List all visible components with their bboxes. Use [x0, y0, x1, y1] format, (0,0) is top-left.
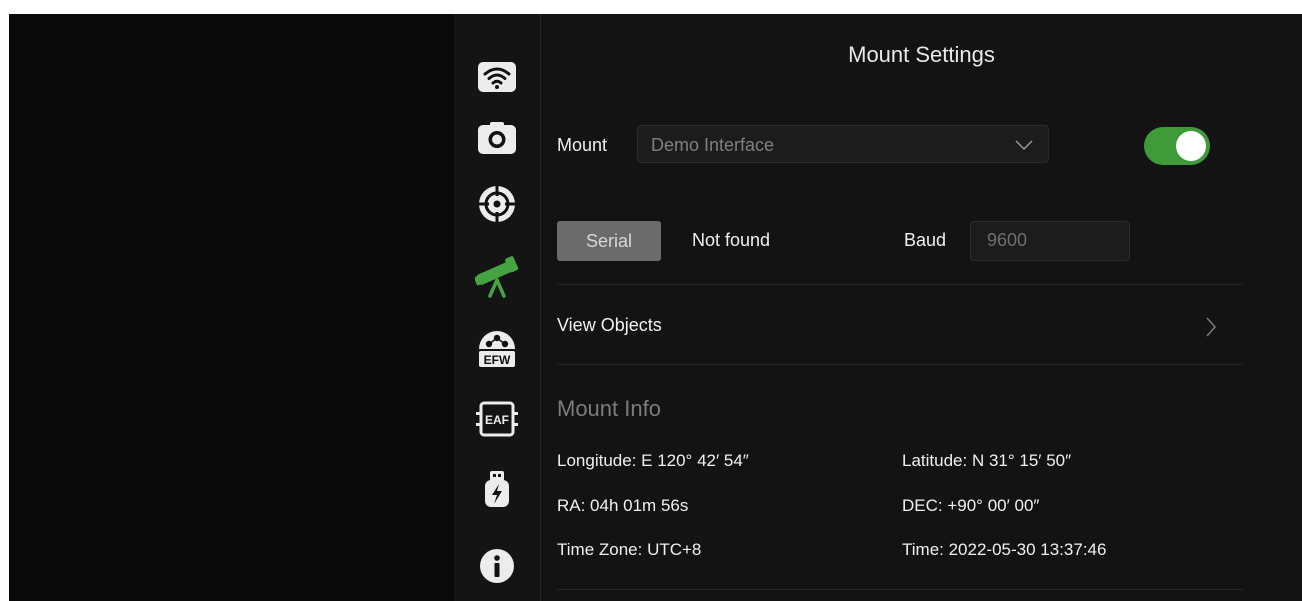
- filter-wheel-icon: EFW: [479, 331, 515, 367]
- mount-select[interactable]: Demo Interface: [637, 125, 1049, 163]
- dec-value: DEC: +90° 00′ 00″: [902, 496, 1040, 515]
- view-objects-label: View Objects: [557, 315, 662, 335]
- sidebar-item-guide[interactable]: [475, 182, 519, 226]
- mount-info-heading: Mount Info: [557, 396, 661, 421]
- sidebar-item-wifi[interactable]: [475, 55, 519, 99]
- divider: [557, 589, 1243, 590]
- connection-status: Not found: [692, 230, 771, 250]
- mount-settings-panel: Mount Settings Mount Demo Interface Seri…: [541, 14, 1302, 601]
- sidebar-item-mount[interactable]: [475, 254, 519, 298]
- sidebar-item-efw[interactable]: EFW: [475, 326, 519, 370]
- telescope-icon: [475, 256, 519, 298]
- camera-icon: [478, 122, 516, 154]
- info-icon: [480, 549, 514, 583]
- svg-text:EAF: EAF: [485, 413, 509, 427]
- sidebar: EFW EAF: [454, 14, 541, 601]
- latitude-value: Latitude: N 31° 15′ 50″: [902, 451, 1072, 470]
- ra-value: RA: 04h 01m 56s: [557, 496, 689, 515]
- mount-enable-toggle[interactable]: [1144, 127, 1210, 165]
- page-title: Mount Settings: [848, 42, 995, 67]
- sidebar-item-camera[interactable]: [475, 115, 519, 159]
- focuser-icon: EAF: [476, 401, 518, 437]
- mount-select-value: Demo Interface: [651, 135, 775, 155]
- sidebar-item-info[interactable]: [475, 544, 519, 588]
- baud-label: Baud: [904, 230, 947, 250]
- divider: [557, 364, 1243, 365]
- usb-power-icon: [485, 471, 509, 507]
- toggle-knob: [1176, 131, 1206, 161]
- guide-crosshair-icon: [479, 186, 515, 222]
- longitude-value: Longitude: E 120° 42′ 54″: [557, 451, 749, 470]
- app-screen: EFW EAF Mount Settings Mount Demo Interf…: [9, 14, 1302, 601]
- wifi-icon: [478, 62, 516, 92]
- divider: [557, 284, 1243, 285]
- time-value: Time: 2022-05-30 13:37:46: [902, 540, 1107, 559]
- mount-label: Mount: [557, 135, 608, 155]
- chevron-right-icon: [1206, 317, 1217, 337]
- chevron-down-icon: [1015, 140, 1033, 151]
- svg-text:EFW: EFW: [484, 353, 511, 367]
- sidebar-item-power[interactable]: [475, 467, 519, 511]
- serial-button[interactable]: Serial: [557, 221, 661, 261]
- timezone-value: Time Zone: UTC+8: [557, 540, 702, 559]
- sidebar-item-eaf[interactable]: EAF: [475, 397, 519, 441]
- baud-input[interactable]: 9600: [970, 221, 1130, 261]
